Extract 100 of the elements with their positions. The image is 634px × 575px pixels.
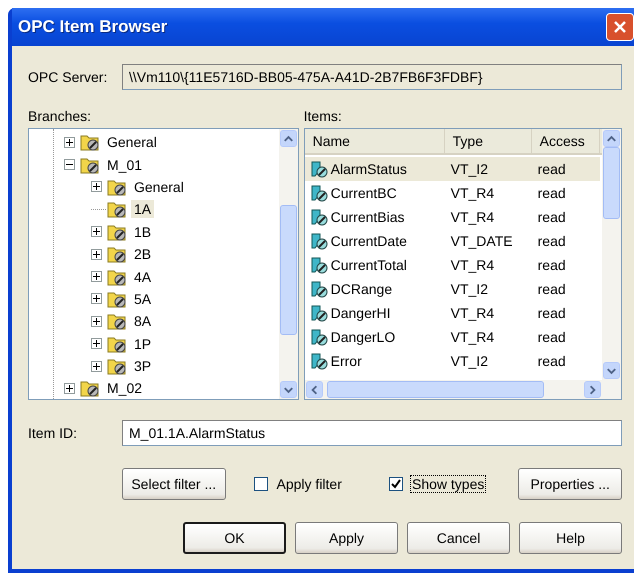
tree-item[interactable]: 2B (131, 245, 154, 264)
plus-icon (93, 340, 100, 348)
table-cell-text: CurrentBC (330, 185, 398, 201)
table-cell-text: Error (330, 353, 363, 369)
close-icon (613, 20, 627, 34)
table-cell-text: DangerHI (330, 305, 392, 321)
tag-icon (308, 207, 329, 227)
tag-icon (308, 327, 329, 347)
table-cell-text: DCRange (330, 281, 394, 297)
tree-item[interactable]: 4A (131, 268, 154, 286)
plus-icon (93, 318, 100, 325)
item-row[interactable]: AlarmStatus VT_I2 read (304, 157, 600, 181)
tree-item[interactable]: General (104, 133, 160, 152)
tag-icon (308, 231, 329, 251)
table-cell-text: read (536, 233, 567, 249)
vertical-scrollbar[interactable] (278, 129, 298, 399)
tree-item[interactable]: 5A (131, 290, 154, 308)
plus-icon (93, 362, 100, 370)
tag-icon (308, 303, 329, 323)
plus-icon (93, 183, 100, 190)
table-cell-text: AlarmStatus (330, 161, 408, 177)
plus-icon (93, 295, 100, 302)
expand-toggle[interactable] (91, 360, 102, 372)
checkbox-label[interactable]: Apply filter (276, 476, 343, 492)
tree-item[interactable]: 3P (131, 357, 154, 376)
table-cell-text: CurrentTotal (330, 257, 408, 273)
table-cell-text: read (536, 185, 567, 201)
column-header[interactable]: Access (532, 129, 600, 153)
server-field: \\Vm110\{11E5716D-BB05-475A-A41D-2B7FB6F3FDBF} (122, 64, 622, 90)
item-row[interactable]: DCRange VT_I2 read (304, 277, 600, 301)
window-title: OPC Item Browser (18, 17, 168, 37)
tree-item[interactable]: 1P (131, 334, 154, 353)
scrollbar-thumb[interactable] (326, 381, 544, 398)
plus-icon (93, 273, 100, 280)
expand-toggle[interactable] (91, 271, 102, 282)
item-row[interactable]: DangerHI VT_R4 read (304, 301, 600, 325)
tree-item[interactable]: M_01 (104, 156, 146, 174)
item-row[interactable]: CurrentTotal VT_R4 read (304, 253, 600, 277)
expand-toggle[interactable] (91, 248, 102, 260)
tree-item[interactable]: General (131, 178, 187, 196)
column-header[interactable]: Type (444, 129, 532, 153)
option-button[interactable]: Properties ... (518, 468, 622, 500)
table-cell-text: read (536, 257, 567, 273)
vertical-scrollbar[interactable] (602, 129, 621, 399)
dialog-button[interactable]: Cancel (407, 522, 510, 554)
scrollbar-thumb[interactable] (603, 147, 620, 219)
item-id-field[interactable]: M_01.1A.AlarmStatus (122, 420, 622, 446)
table-cell-text: read (536, 161, 567, 177)
table-cell-text: CurrentBias (330, 209, 406, 225)
dialog-button[interactable]: OK (183, 522, 286, 554)
table-cell-text: CurrentDate (330, 233, 408, 249)
tag-icon (308, 255, 329, 275)
expand-toggle[interactable] (64, 136, 75, 148)
option-button[interactable]: Select filter ... (122, 468, 226, 500)
plus-icon (66, 384, 73, 392)
server-label: OPC Server: (28, 69, 108, 85)
table-cell-text: VT_R4 (450, 257, 496, 273)
tag-icon (308, 183, 329, 203)
plus-icon (93, 228, 100, 236)
tag-icon (308, 279, 329, 299)
tree-item[interactable]: 1B (131, 222, 154, 241)
expand-toggle[interactable] (64, 382, 75, 394)
expand-toggle[interactable] (91, 226, 102, 238)
table-cell-text: VT_DATE (450, 233, 514, 249)
close-button[interactable] (606, 13, 634, 41)
items-label: Items: (304, 108, 343, 124)
expand-toggle[interactable] (91, 316, 102, 327)
item-row[interactable]: CurrentBias VT_R4 read (304, 205, 600, 229)
item-row[interactable]: CurrentBC VT_R4 read (304, 181, 600, 205)
tree-item[interactable]: 8A (131, 312, 154, 330)
checkbox-label[interactable]: Show types (411, 476, 486, 492)
tree-item[interactable]: 1A (131, 200, 154, 218)
dialog-button[interactable]: Apply (295, 522, 398, 554)
horizontal-scrollbar[interactable] (304, 380, 602, 399)
table-cell-text: VT_R4 (450, 209, 496, 225)
table-cell-text: read (536, 353, 567, 369)
expand-toggle[interactable] (91, 181, 102, 192)
table-cell-text: read (536, 281, 567, 297)
plus-icon (66, 138, 73, 146)
table-cell-text: DangerLO (330, 329, 396, 345)
item-row[interactable]: DangerLO VT_R4 read (304, 325, 600, 349)
table-cell-text: VT_R4 (450, 185, 496, 201)
table-cell-text: VT_R4 (450, 305, 496, 321)
branches-label: Branches: (28, 108, 92, 124)
expand-toggle[interactable] (91, 338, 102, 350)
dialog-button[interactable]: Help (519, 522, 622, 554)
tree-item[interactable]: M_02 (104, 379, 146, 398)
scrollbar-thumb[interactable] (280, 205, 297, 335)
item-row[interactable]: Error VT_I2 read (304, 349, 600, 373)
column-header[interactable]: Name (304, 129, 445, 153)
table-cell-text: read (536, 329, 567, 345)
item-id-label: Item ID: (28, 425, 78, 441)
plus-icon (93, 250, 100, 258)
table-cell-text: read (536, 209, 567, 225)
checkbox[interactable] (254, 477, 268, 491)
checkbox[interactable] (389, 477, 403, 491)
expand-toggle[interactable] (64, 159, 75, 170)
item-row[interactable]: CurrentDate VT_DATE read (304, 229, 600, 253)
expand-toggle[interactable] (91, 293, 102, 304)
table-cell-text: VT_I2 (450, 281, 489, 297)
